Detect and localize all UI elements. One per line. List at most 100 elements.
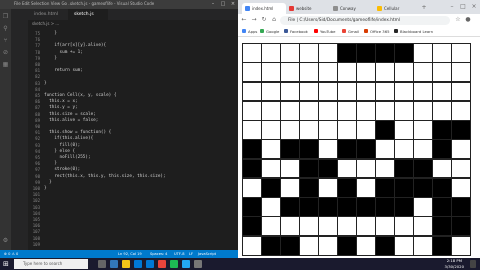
bookmark-youtube[interactable]: YouTube — [314, 28, 335, 35]
dead-cell[interactable] — [280, 81, 300, 102]
windows-start-icon[interactable]: ⊞ — [3, 260, 11, 268]
tab-index-html[interactable]: index.html — [28, 9, 68, 20]
tab-sketch-js[interactable]: sketch.js — [68, 9, 108, 20]
code-line[interactable]: return sum; — [44, 68, 82, 73]
alive-cell[interactable] — [280, 197, 300, 218]
alive-cell[interactable] — [337, 139, 357, 160]
indent-status[interactable]: Spaces: 4 — [150, 250, 167, 258]
dead-cell[interactable] — [299, 100, 319, 121]
dead-cell[interactable] — [337, 158, 357, 179]
alive-cell[interactable] — [261, 235, 281, 256]
dead-cell[interactable] — [299, 235, 319, 256]
language-status[interactable]: JavaScript — [198, 250, 216, 258]
alive-cell[interactable] — [432, 139, 452, 160]
debug-icon[interactable]: ⊘ — [2, 49, 9, 56]
vscode-menu[interactable]: File Edit Selection View Go ... — [14, 1, 72, 6]
alive-cell[interactable] — [242, 139, 262, 160]
dead-cell[interactable] — [242, 43, 262, 63]
dead-cell[interactable] — [242, 120, 262, 140]
alive-cell[interactable] — [375, 120, 395, 140]
dead-cell[interactable] — [280, 216, 300, 237]
dead-cell[interactable] — [356, 216, 376, 237]
dead-cell[interactable] — [356, 120, 376, 140]
dead-cell[interactable] — [280, 177, 300, 198]
dead-cell[interactable] — [451, 62, 471, 83]
dead-cell[interactable] — [337, 120, 357, 140]
new-tab-icon[interactable]: + — [420, 4, 428, 12]
chrome-icon[interactable] — [158, 260, 166, 268]
alive-cell[interactable] — [375, 235, 395, 256]
code-line[interactable]: sum += 1; — [44, 50, 83, 55]
dead-cell[interactable] — [413, 43, 433, 63]
dead-cell[interactable] — [375, 139, 395, 160]
alive-cell[interactable] — [280, 139, 300, 160]
alive-cell[interactable] — [375, 197, 395, 218]
dead-cell[interactable] — [413, 62, 433, 83]
dead-cell[interactable] — [280, 120, 300, 140]
code-line[interactable]: } — [44, 31, 57, 36]
dead-cell[interactable] — [413, 139, 433, 160]
code-line[interactable]: stroke(0); — [44, 167, 80, 172]
bookmark-apps[interactable]: Apps — [242, 28, 257, 35]
taskbar-search[interactable]: Type here to search — [14, 259, 88, 269]
dead-cell[interactable] — [432, 43, 452, 63]
alive-cell[interactable] — [356, 139, 376, 160]
alive-cell[interactable] — [242, 197, 262, 218]
extensions-icon[interactable]: ▦ — [2, 61, 9, 68]
dead-cell[interactable] — [413, 235, 433, 256]
reload-icon[interactable]: ↻ — [260, 16, 268, 24]
code-line[interactable]: function Cell(x, y, scale) { — [44, 93, 116, 98]
code-line[interactable]: } — [44, 180, 52, 185]
dead-cell[interactable] — [356, 62, 376, 83]
alive-cell[interactable] — [432, 235, 452, 256]
code-line[interactable]: } — [44, 186, 47, 191]
file-explorer-icon[interactable] — [122, 260, 130, 268]
forward-icon[interactable]: → — [250, 16, 258, 24]
alive-cell[interactable] — [451, 216, 471, 237]
dead-cell[interactable] — [261, 100, 281, 121]
dead-cell[interactable] — [261, 197, 281, 218]
alive-cell[interactable] — [394, 177, 414, 198]
alive-cell[interactable] — [242, 158, 262, 179]
dead-cell[interactable] — [318, 81, 338, 102]
dead-cell[interactable] — [356, 177, 376, 198]
dead-cell[interactable] — [261, 216, 281, 237]
alive-cell[interactable] — [413, 177, 433, 198]
dead-cell[interactable] — [356, 158, 376, 179]
bookmark-blackboard[interactable]: Blackboard Learn — [394, 28, 433, 35]
dead-cell[interactable] — [261, 139, 281, 160]
dead-cell[interactable] — [432, 81, 452, 102]
code-editor[interactable]: 75 76 77 78 79 80 81 82 83 84 85 86 87 88 89 90 91 92 93 94… — [28, 27, 238, 250]
spotify-icon[interactable] — [170, 260, 178, 268]
dead-cell[interactable] — [299, 81, 319, 102]
dead-cell[interactable] — [375, 81, 395, 102]
alive-cell[interactable] — [432, 177, 452, 198]
eol-status[interactable]: LF — [189, 250, 193, 258]
vscode-icon[interactable] — [182, 260, 190, 268]
dead-cell[interactable] — [242, 62, 262, 83]
minimize-icon[interactable]: – — [208, 0, 218, 9]
code-line[interactable]: this.alive = false; — [44, 118, 98, 123]
task-view-icon[interactable] — [98, 260, 106, 268]
dead-cell[interactable] — [394, 139, 414, 160]
problems-status[interactable]: ⊗ 0 ⚠ 0 — [4, 250, 18, 258]
alive-cell[interactable] — [299, 197, 319, 218]
dead-cell[interactable] — [451, 100, 471, 121]
dead-cell[interactable] — [318, 43, 338, 63]
cursor-position[interactable]: Ln 92, Col 19 — [118, 250, 142, 258]
dead-cell[interactable] — [451, 158, 471, 179]
dead-cell[interactable] — [299, 120, 319, 140]
minimize-icon[interactable]: – — [448, 3, 456, 11]
dead-cell[interactable] — [413, 120, 433, 140]
alive-cell[interactable] — [318, 158, 338, 179]
dead-cell[interactable] — [394, 81, 414, 102]
game-of-life-grid[interactable] — [242, 43, 471, 256]
star-icon[interactable]: ☆ — [454, 16, 462, 24]
alive-cell[interactable] — [394, 197, 414, 218]
alive-cell[interactable] — [242, 216, 262, 237]
code-line[interactable]: fill(0); — [44, 143, 81, 148]
alive-cell[interactable] — [432, 197, 452, 218]
dead-cell[interactable] — [356, 100, 376, 121]
dead-cell[interactable] — [337, 100, 357, 121]
browser-tab-4[interactable]: Cellular — [374, 3, 418, 14]
